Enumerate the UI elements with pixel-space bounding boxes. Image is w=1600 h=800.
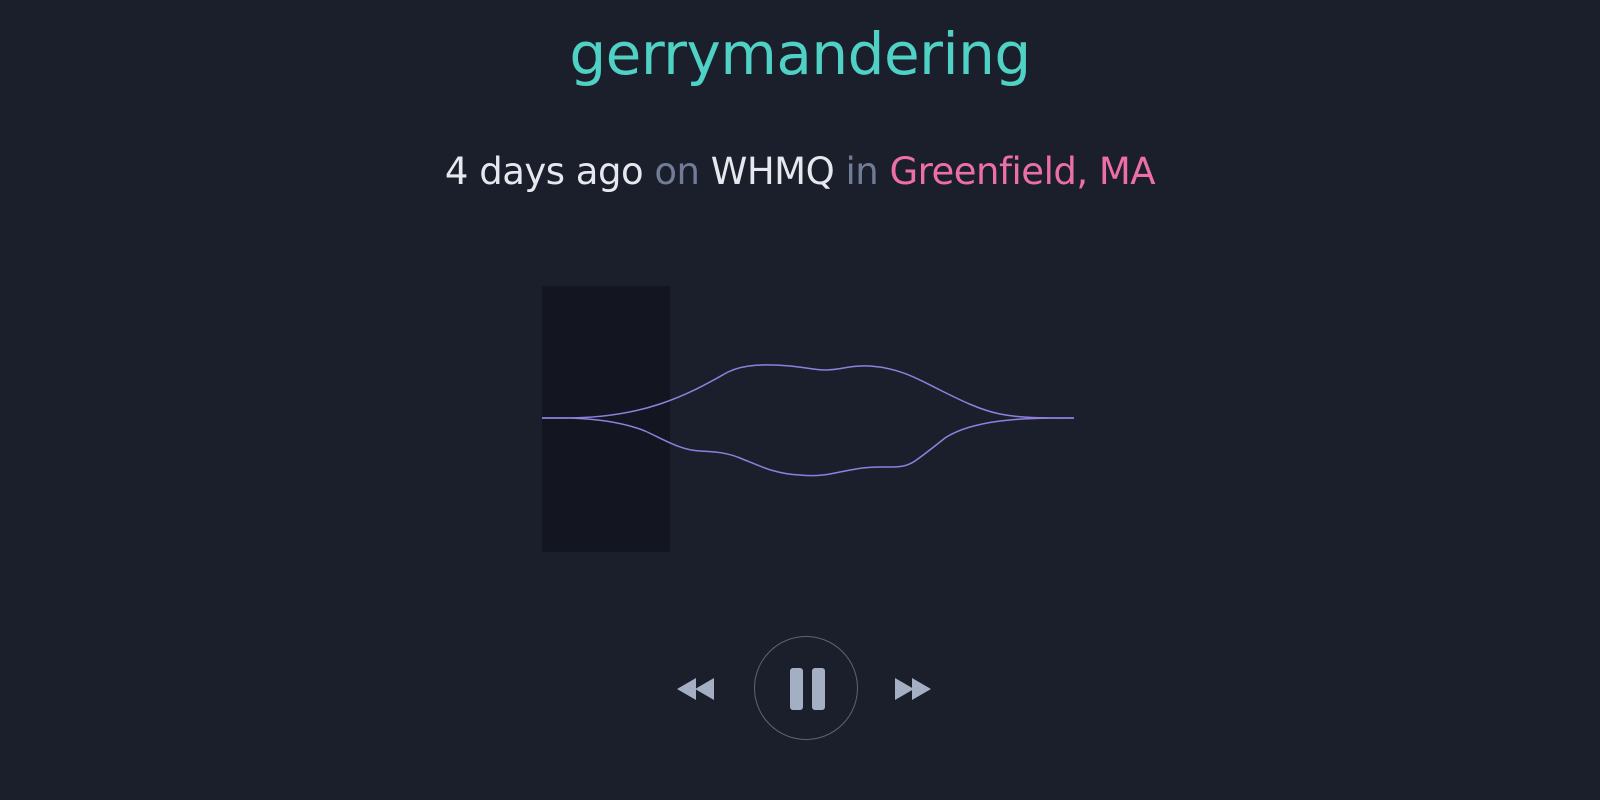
fast-forward-icon (895, 678, 931, 700)
played-region (542, 286, 670, 552)
playback-controls (0, 636, 1600, 742)
rewind-button[interactable] (674, 667, 722, 711)
rewind-icon (677, 678, 714, 700)
pause-bar-right (812, 668, 825, 710)
fast-forward-button[interactable] (890, 667, 938, 711)
pause-bar-left (790, 668, 803, 710)
pause-button[interactable] (754, 636, 858, 740)
